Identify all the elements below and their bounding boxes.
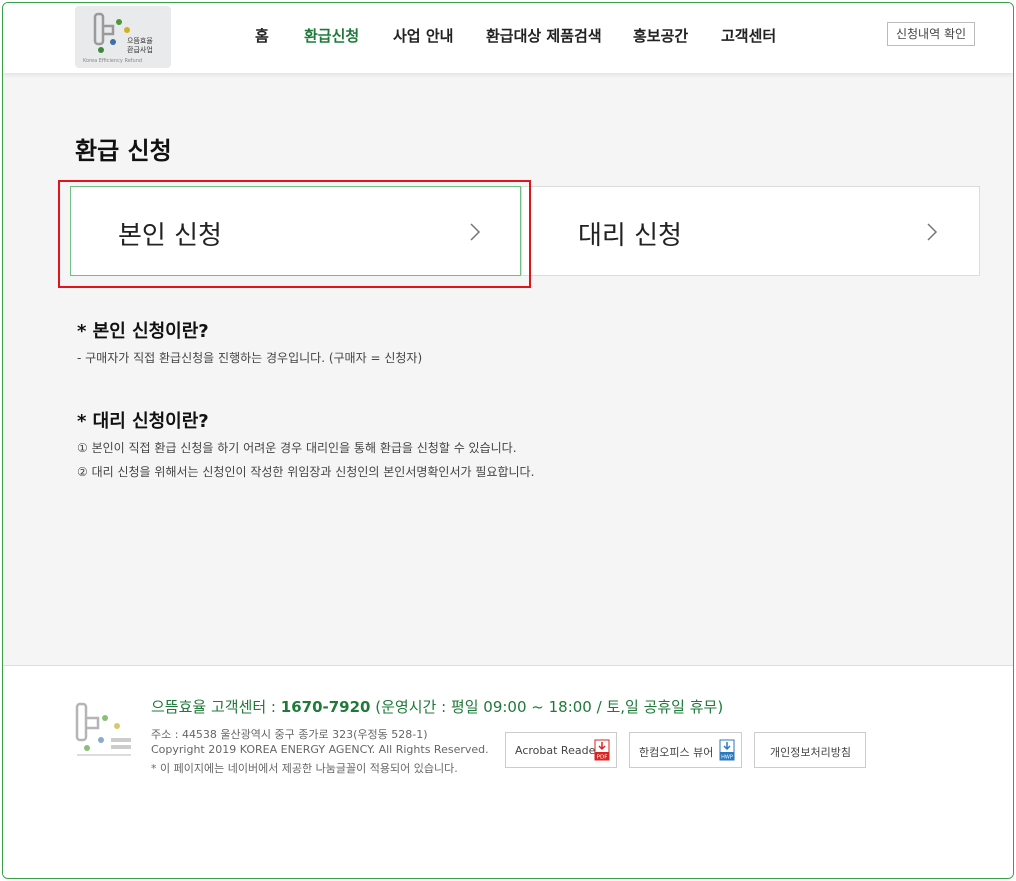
proxy-apply-label: 대리 신청 [578, 221, 682, 251]
svg-text:PDF: PDF [597, 755, 608, 761]
hancom-viewer-button[interactable]: 한컴오피스 뷰어 HWP [629, 732, 742, 768]
acrobat-reader-button[interactable]: Acrobat Reader PDF [505, 732, 617, 768]
app-window: 으뜸효율 환급사업 Korea Efficiency Refund 홈 환급신청… [2, 2, 1014, 879]
chevron-right-icon [927, 223, 938, 241]
acrobat-reader-label: Acrobat Reader [515, 744, 600, 757]
privacy-policy-button[interactable]: 개인정보처리방침 [754, 732, 866, 768]
customer-center-info: 으뜸효율 고객센터 : 1670-7920 (운영시간 : 평일 09:00 ~… [151, 696, 723, 717]
customer-center-prefix: 으뜸효율 고객센터 : [151, 698, 281, 716]
site-footer: 으뜸효율 고객센터 : 1670-7920 (운영시간 : 평일 09:00 ~… [3, 665, 1013, 878]
self-section-line: - 구매자가 직접 환급신청을 진행하는 경우입니다. (구매자 = 신청자) [77, 351, 423, 365]
nav-home[interactable]: 홈 [255, 25, 269, 46]
nav-product-search[interactable]: 환급대상 제품검색 [486, 25, 602, 46]
privacy-policy-label: 개인정보처리방침 [770, 746, 851, 759]
proxy-section-line-2: ② 대리 신청을 위해서는 신청인이 작성한 위임장과 신청인의 본인서명확인서… [77, 465, 535, 479]
self-section-title: * 본인 신청이란? [77, 321, 209, 342]
customer-center-phone: 1670-7920 [280, 698, 371, 716]
footer-address: 주소 : 44538 울산광역시 중구 종가로 323(우정동 528-1) [151, 728, 428, 741]
logo-text-line2: 환급사업 [127, 46, 153, 54]
check-application-button[interactable]: 신청내역 확인 [887, 22, 975, 46]
site-header: 으뜸효율 환급사업 Korea Efficiency Refund 홈 환급신청… [3, 3, 1013, 73]
proxy-apply-option[interactable]: 대리 신청 [521, 186, 980, 276]
selection-highlight [58, 180, 531, 288]
pdf-download-icon: PDF [594, 739, 610, 761]
proxy-section-title: * 대리 신청이란? [77, 411, 209, 432]
footer-logo-icon [75, 702, 131, 756]
footer-copyright: Copyright 2019 KOREA ENERGY AGENCY. All … [151, 743, 489, 756]
proxy-section-line-1: ① 본인이 직접 환급 신청을 하기 어려운 경우 대리인을 통해 환급을 신청… [77, 441, 517, 455]
hancom-viewer-label: 한컴오피스 뷰어 [639, 746, 714, 759]
page-title: 환급 신청 [75, 137, 172, 165]
nav-customer-center[interactable]: 고객센터 [721, 25, 776, 46]
customer-center-hours: (운영시간 : 평일 09:00 ~ 18:00 / 토,일 공휴일 휴무) [375, 698, 724, 716]
svg-text:HWP: HWP [721, 755, 733, 761]
logo-subtext: Korea Efficiency Refund [83, 58, 143, 64]
nav-promotion[interactable]: 홍보공간 [633, 25, 688, 46]
site-logo[interactable]: 으뜸효율 환급사업 Korea Efficiency Refund [75, 6, 171, 68]
hwp-download-icon: HWP [719, 739, 735, 761]
footer-font-note: * 이 페이지에는 네이버에서 제공한 나눔글꼴이 적용되어 있습니다. [151, 762, 458, 775]
nav-business-info[interactable]: 사업 안내 [393, 25, 453, 46]
nav-refund-apply[interactable]: 환급신청 [304, 25, 359, 46]
